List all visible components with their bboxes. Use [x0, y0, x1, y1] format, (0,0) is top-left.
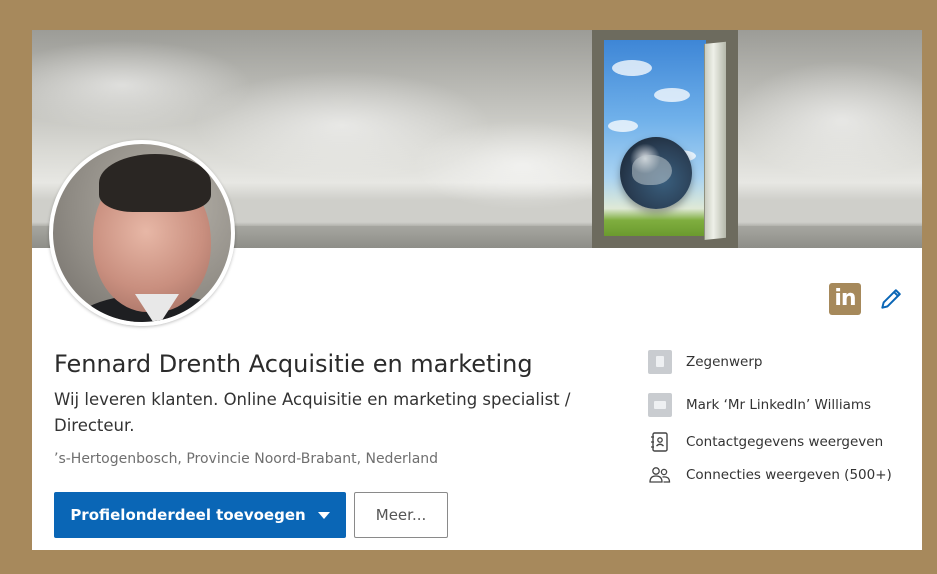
add-profile-section-label: Profielonderdeel toevoegen	[70, 506, 306, 524]
linkedin-logo-icon[interactable]: in	[829, 283, 861, 315]
add-profile-section-button[interactable]: Profielonderdeel toevoegen	[54, 492, 346, 538]
info-item-education[interactable]: Mark ‘Mr LinkedIn’ Williams	[648, 393, 871, 417]
contact-card-icon	[651, 432, 668, 452]
caret-down-icon	[317, 511, 330, 519]
building-icon	[648, 350, 672, 374]
info-item-label: Mark ‘Mr LinkedIn’ Williams	[686, 397, 872, 413]
info-item-contact[interactable]: Contactgegevens weergeven	[648, 430, 883, 454]
profile-card: in Fennard Drenth Acquisitie en marketin…	[32, 30, 922, 550]
globe-image	[620, 137, 692, 209]
info-item-label: Contactgegevens weergeven	[686, 434, 884, 450]
decorative-frame: in Fennard Drenth Acquisitie en marketin…	[0, 0, 937, 574]
pencil-icon[interactable]	[878, 286, 904, 312]
avatar[interactable]	[49, 140, 235, 326]
info-item-connections[interactable]: Connecties weergeven (500+)	[648, 463, 892, 487]
more-button[interactable]: Meer...	[354, 492, 448, 538]
school-icon	[648, 393, 672, 417]
profile-headline: Wij leveren klanten. Online Acquisitie e…	[54, 390, 571, 435]
info-item-label: Connecties weergeven (500+)	[686, 467, 892, 483]
people-icon	[649, 467, 671, 483]
profile-location: ’s-Hertogenbosch, Provincie Noord-Braban…	[54, 451, 439, 467]
profile-name: Fennard Drenth Acquisitie en marketing	[54, 350, 533, 378]
open-door	[704, 41, 726, 240]
info-item-label: Zegenwerp	[686, 354, 763, 370]
info-item-company[interactable]: Zegenwerp	[648, 350, 762, 374]
